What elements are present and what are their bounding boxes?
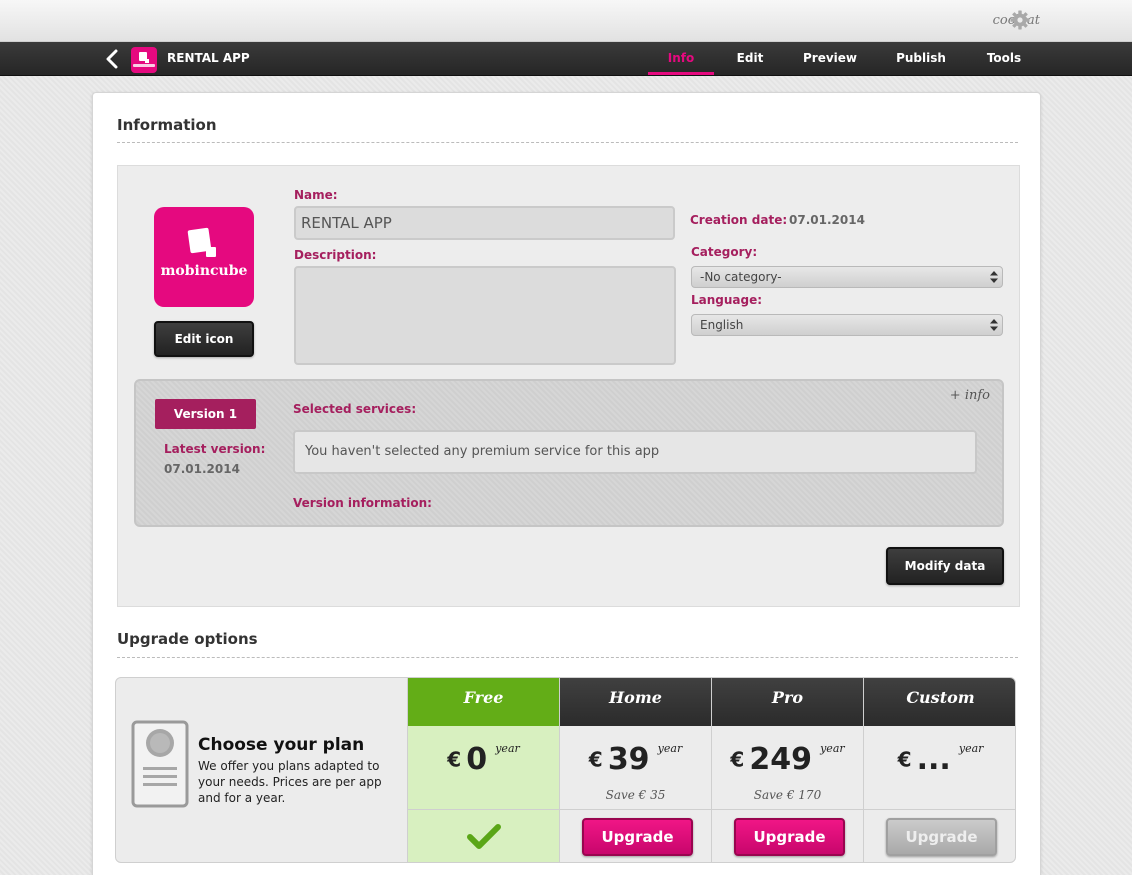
latest-version-value: 07.01.2014 [164,462,240,476]
price-period: year [495,742,520,755]
plan-custom-price-area: € ... year [864,726,1015,810]
plan-custom: Custom € ... year Upgrade [863,678,1015,862]
tab-info[interactable]: Info [648,51,714,65]
plan-custom-name: Custom [864,678,1015,726]
plan-free-price-area: € 0 year [408,726,559,810]
upgrade-custom-button[interactable]: Upgrade [886,818,997,856]
edit-icon-button[interactable]: Edit icon [154,321,254,357]
main-card: Information mobincube Edit icon Name: De… [92,92,1041,875]
category-selected-value: -No category- [700,270,782,284]
choose-plan-heading: Choose your plan [198,735,365,755]
plan-pro: Pro € 249 year Save € 170 Upgrade [711,678,863,862]
modify-data-button[interactable]: Modify data [886,547,1004,585]
plan-free-name: Free [408,678,559,726]
plan-pro-action: Upgrade [712,811,863,862]
currency-symbol: € [447,747,462,772]
language-select[interactable]: English [691,314,1003,336]
certificate-document-icon [131,720,189,808]
version-panel: Version 1 Latest version: 07.01.2014 + i… [134,379,1004,527]
upgrade-pro-button[interactable]: Upgrade [734,818,845,856]
upgrade-home-button[interactable]: Upgrade [582,818,693,856]
plan-free-action [408,811,559,862]
select-arrows-icon [990,319,998,331]
version-badge[interactable]: Version 1 [155,399,256,429]
plans-panel: Choose your plan We offer you plans adap… [115,677,1016,863]
app-title: RENTAL APP [167,51,250,65]
price-amount: 0 [466,742,488,777]
plan-home-savings: Save € 35 [605,788,666,802]
checkmark-icon [467,824,501,849]
tab-tools[interactable]: Tools [976,51,1032,65]
currency-symbol: € [897,747,912,772]
price-period: year [958,742,984,755]
plan-pro-price-area: € 249 year Save € 170 [712,726,863,810]
name-input[interactable] [294,206,675,240]
description-textarea[interactable] [294,266,676,365]
app-navbar: RENTAL APP Info Edit Preview Publish Too… [0,42,1132,76]
back-chevron-icon[interactable] [104,49,120,69]
plan-home-action: Upgrade [560,811,711,862]
app-icon-brand: mobincube [160,263,248,279]
creation-date-value: 07.01.2014 [789,213,865,227]
section-divider [117,657,1018,658]
latest-version-label: Latest version: [164,442,266,456]
app-logo [131,47,157,73]
creation-date-label: Creation date: [690,213,788,227]
currency-symbol: € [588,747,603,772]
name-label: Name: [294,188,338,202]
price-amount: ... [916,742,951,777]
plan-intro: Choose your plan We offer you plans adap… [116,678,407,862]
information-title: Information [117,116,217,134]
description-label: Description: [294,248,377,262]
price-amount: 249 [749,742,812,777]
price-period: year [657,742,683,755]
tab-preview[interactable]: Preview [796,51,864,65]
plan-free-price: € 0 year [408,742,559,777]
app-info-panel: mobincube Edit icon Name: Description: C… [117,165,1020,607]
plan-custom-price: € ... year [864,742,1015,777]
plan-pro-savings: Save € 170 [753,788,822,802]
mobincube-logo: mobincube [154,207,254,307]
plan-custom-action: Upgrade [864,811,1015,862]
plan-pro-name: Pro [712,678,863,726]
price-amount: 39 [607,742,650,777]
settings-gear-icon[interactable] [1010,10,1030,30]
plan-home: Home € 39 year Save € 35 Upgrade [559,678,711,862]
language-selected-value: English [700,318,744,332]
category-select[interactable]: -No category- [691,266,1003,288]
plan-description: We offer you plans adapted to your needs… [198,759,382,805]
language-label: Language: [691,293,763,307]
select-arrows-icon [990,271,998,283]
category-label: Category: [691,245,758,259]
price-period: year [820,742,845,755]
tab-edit[interactable]: Edit [726,51,774,65]
upgrade-options-title: Upgrade options [117,630,258,648]
version-information-label: Version information: [293,496,432,510]
section-divider [117,142,1018,143]
plan-home-price-area: € 39 year Save € 35 [560,726,711,810]
currency-symbol: € [730,747,745,772]
selected-services-label: Selected services: [293,402,417,416]
more-info-link[interactable]: + info [950,388,990,403]
plan-pro-price: € 249 year [712,742,863,777]
plan-free: Free € 0 year [407,678,559,862]
plan-home-price: € 39 year [560,742,711,777]
active-tab-indicator [648,72,714,75]
selected-services-box: You haven't selected any premium service… [293,430,977,474]
plan-home-name: Home [560,678,711,726]
tab-publish[interactable]: Publish [886,51,956,65]
user-bar: coolcat [0,0,1132,42]
